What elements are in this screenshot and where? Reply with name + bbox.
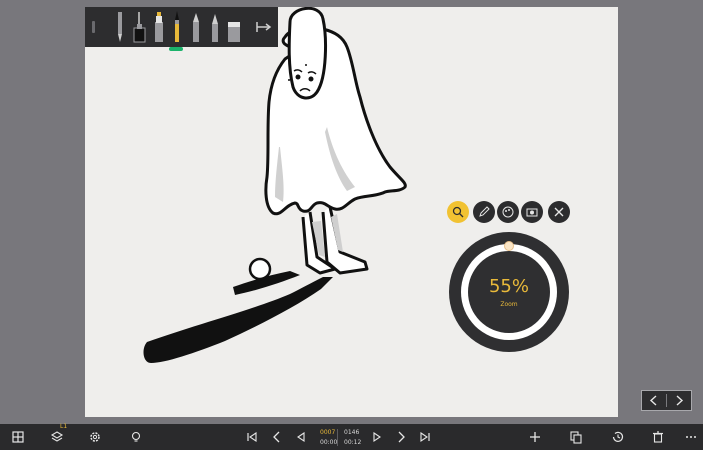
previous-icon[interactable]	[270, 430, 284, 444]
pencil-icon[interactable]	[188, 10, 204, 44]
active-tool-indicator	[169, 47, 183, 51]
chevron-right-icon[interactable]	[674, 395, 684, 406]
palette-icon	[502, 206, 514, 218]
brush-icon[interactable]	[169, 10, 185, 44]
palette-tool-button[interactable]	[497, 201, 519, 223]
camera-tool-button[interactable]	[521, 201, 543, 223]
page-nav	[641, 390, 692, 411]
last-frame-icon[interactable]	[418, 430, 432, 444]
next-icon[interactable]	[394, 430, 408, 444]
play-icon[interactable]	[370, 430, 384, 444]
bottom-toolbar: L1 0007 00:00 0146 00:12	[0, 423, 703, 450]
frame-divider	[337, 429, 338, 446]
radial-tool-row	[446, 201, 576, 225]
drag-handle[interactable]	[92, 21, 95, 33]
total-time: 00:12	[344, 439, 362, 446]
zoom-dial[interactable]: 55% Zoom	[449, 232, 569, 352]
history-icon[interactable]	[611, 430, 625, 444]
fineliner-icon[interactable]	[207, 10, 223, 44]
total-frames: 0146	[344, 429, 360, 436]
zoom-label: Zoom	[500, 300, 518, 308]
grid-icon[interactable]	[11, 430, 25, 444]
zoom-tool-button[interactable]	[447, 201, 469, 223]
current-time: 00:00	[320, 439, 338, 446]
frame-counter: 0007 00:00 0146 00:12	[316, 427, 362, 449]
expand-arrow-icon[interactable]	[255, 20, 273, 34]
lightbulb-icon[interactable]	[129, 430, 143, 444]
layer-badge: L1	[60, 423, 68, 430]
zoom-value: 55%	[488, 275, 529, 297]
zoom-icon	[452, 206, 464, 218]
tool-palette	[85, 7, 278, 51]
add-frame-icon[interactable]	[528, 430, 542, 444]
pen-tool-button[interactable]	[473, 201, 495, 223]
close-radial-button[interactable]	[548, 201, 570, 223]
first-frame-icon[interactable]	[245, 430, 259, 444]
settings-gear-icon[interactable]	[88, 430, 102, 444]
marker-icon[interactable]	[151, 10, 167, 44]
zoom-dial-center: 55% Zoom	[468, 251, 550, 333]
pen-edit-icon	[479, 206, 490, 217]
zoom-dial-handle[interactable]	[504, 241, 514, 251]
eraser-icon[interactable]	[226, 10, 242, 44]
trash-icon[interactable]	[651, 430, 665, 444]
close-icon	[554, 207, 564, 217]
layers-icon[interactable]	[50, 430, 64, 444]
play-reverse-icon[interactable]	[294, 430, 308, 444]
camera-icon	[526, 208, 538, 217]
ink-bottle-icon[interactable]	[131, 10, 147, 44]
chevron-left-icon[interactable]	[649, 395, 659, 406]
duplicate-frame-icon[interactable]	[569, 430, 583, 444]
zoom-dial-ring[interactable]: 55% Zoom	[461, 244, 557, 340]
more-options-icon[interactable]	[684, 430, 698, 444]
nav-divider	[666, 394, 667, 407]
pen-icon[interactable]	[112, 10, 128, 44]
current-frame: 0007	[320, 429, 336, 436]
